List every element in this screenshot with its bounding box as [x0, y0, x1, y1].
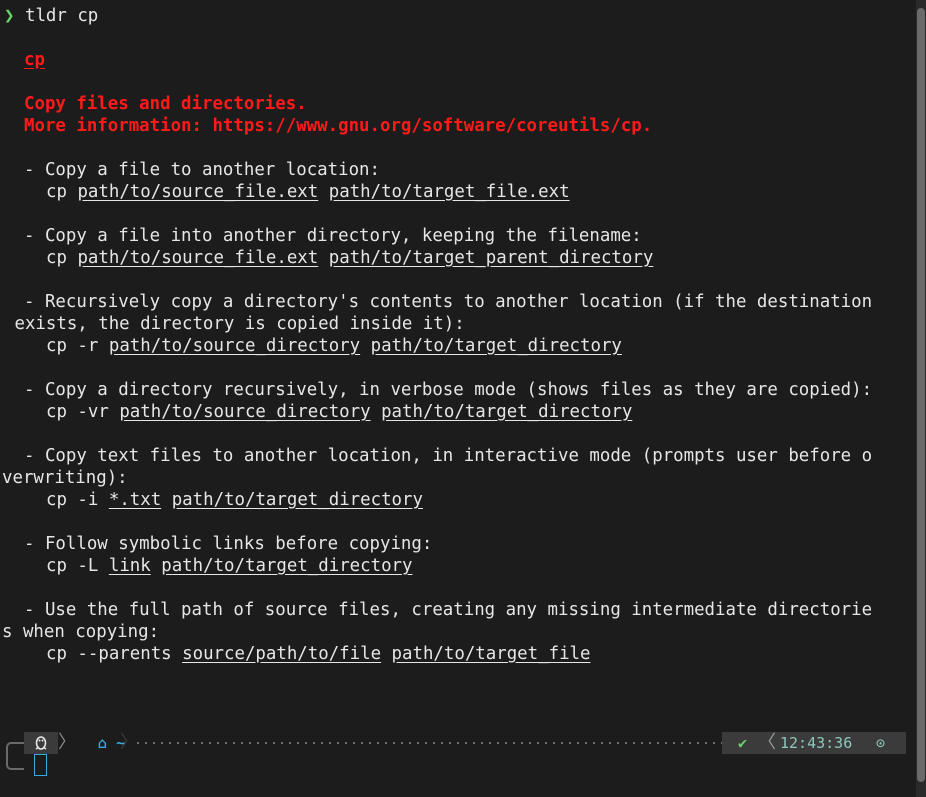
example-command: cp path/to/source_file.ext path/to/targe…	[46, 248, 654, 268]
text-cursor[interactable]	[34, 754, 47, 776]
more-information: More information: https://www.gnu.org/so…	[24, 116, 653, 136]
home-icon: ⌂	[98, 734, 108, 752]
prompt-status-bar: 〉 ⌂ ~ 〉 ✔ 〈 12:43:36 ⊙	[24, 732, 906, 754]
example-description: - Recursively copy a directory's content…	[24, 292, 873, 312]
prompt-symbol: ❯	[4, 6, 15, 26]
example-description-continued: verwriting):	[2, 468, 128, 488]
example-description-continued: s when copying:	[2, 622, 160, 642]
example-command: cp --parents source/path/to/file path/to…	[46, 644, 591, 664]
example-description: - Follow symbolic links before copying:	[24, 534, 433, 554]
example-description: - Use the full path of source files, cre…	[24, 600, 873, 620]
status-right-segment: ✔ 〈 12:43:36 ⊙	[722, 732, 906, 754]
prompt-frame-corner	[6, 742, 24, 770]
example-description: - Copy a file to another location:	[24, 160, 380, 180]
prompt-filler-dots	[134, 742, 730, 744]
scrollbar-thumb[interactable]	[917, 8, 925, 782]
status-ok-icon: ✔	[738, 734, 748, 752]
example-description-continued: exists, the directory is copied inside i…	[4, 314, 465, 334]
separator-chevron-icon: 〈	[758, 732, 776, 753]
scrollbar[interactable]	[916, 0, 926, 797]
clock-icon: ⊙	[876, 734, 886, 752]
example-command: cp -L link path/to/target_directory	[46, 556, 413, 576]
separator-chevron-icon: 〉	[58, 732, 76, 753]
command-text: tldr cp	[24, 6, 99, 26]
prompt-line: ❯ tldr cp	[4, 5, 98, 27]
linux-penguin-icon	[24, 732, 58, 754]
clock-time: 12:43:36	[780, 734, 853, 752]
example-command: cp path/to/source_file.ext path/to/targe…	[46, 182, 570, 202]
example-command: cp -vr path/to/source_directory path/to/…	[46, 402, 633, 422]
page-title: cp	[24, 50, 45, 70]
example-description: - Copy a directory recursively, in verbo…	[24, 380, 873, 400]
page-description: Copy files and directories.	[24, 94, 307, 114]
example-description: - Copy a file into another directory, ke…	[24, 226, 642, 246]
example-command: cp -r path/to/source_directory path/to/t…	[46, 336, 622, 356]
example-description: - Copy text files to another location, i…	[24, 446, 873, 466]
terminal-window[interactable]: ❯ tldr cp cp Copy files and directories.…	[0, 0, 916, 797]
example-command: cp -i *.txt path/to/target_directory	[46, 490, 423, 510]
